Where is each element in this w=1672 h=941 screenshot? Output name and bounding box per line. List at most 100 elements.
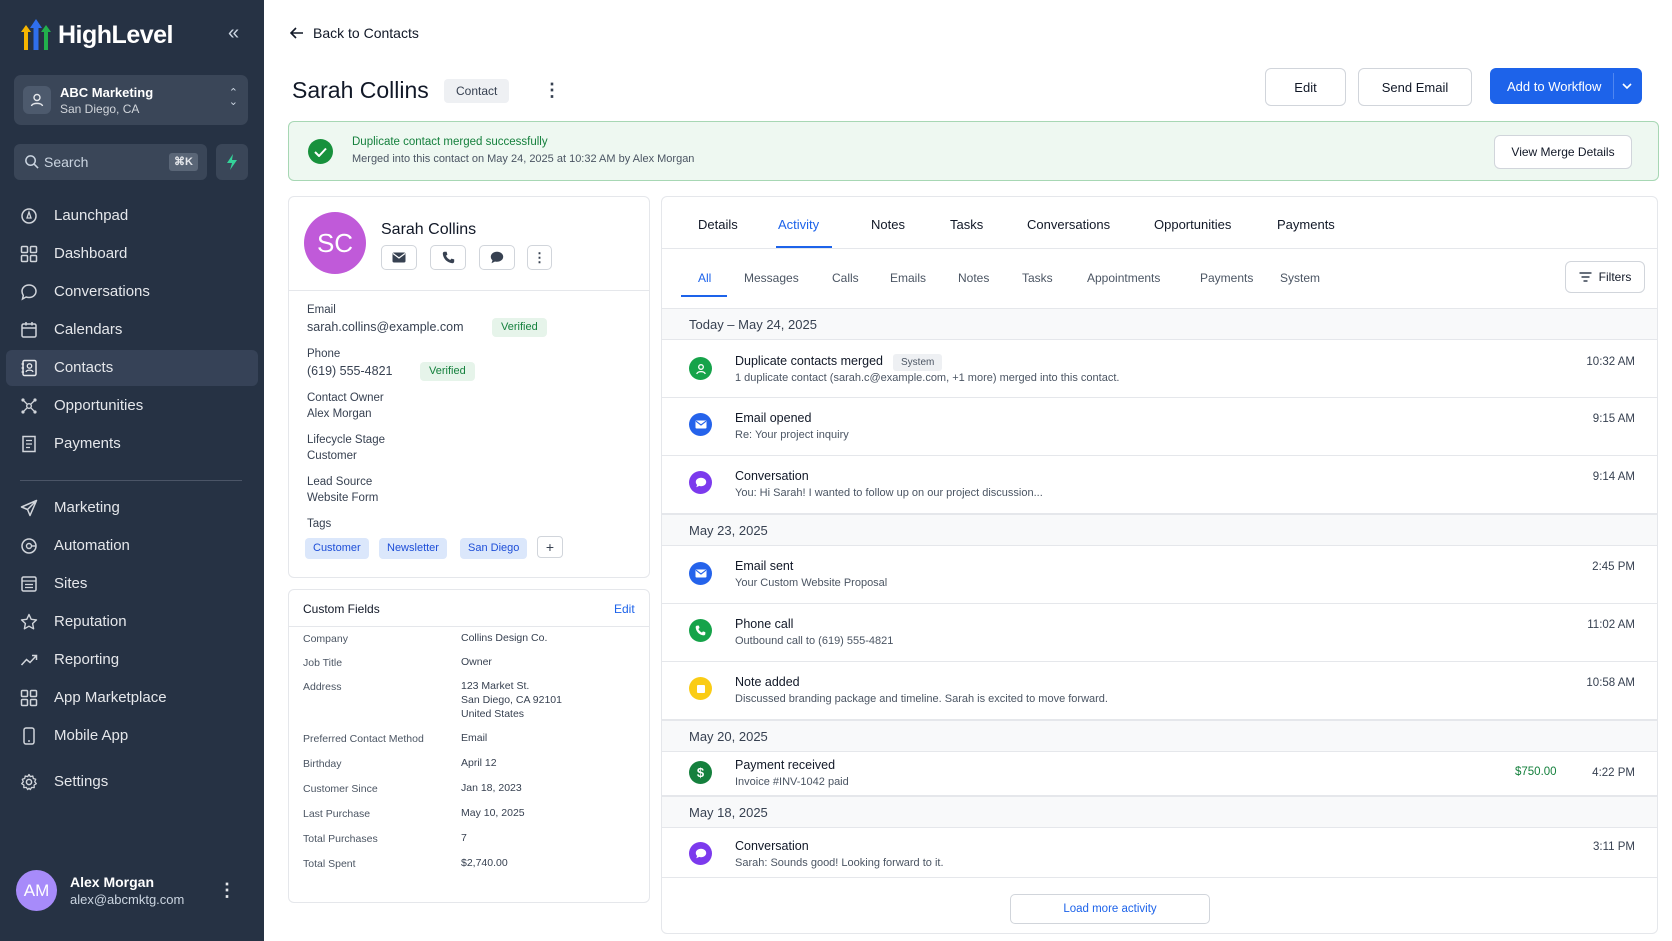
automation-icon [21, 538, 37, 554]
subtab-calls[interactable]: Calls [832, 271, 859, 285]
subtab-all[interactable]: All [698, 271, 711, 285]
check-circle-icon [308, 139, 333, 164]
field-value: Collins Design Co. [461, 632, 548, 644]
tab-tasks[interactable]: Tasks [950, 217, 983, 232]
activity-panel: Details Activity Notes Tasks Conversatio… [661, 196, 1658, 934]
sidebar-item-reporting[interactable]: Reporting [6, 642, 258, 678]
phone-label: Phone [307, 348, 341, 360]
note-icon [689, 677, 712, 700]
account-switcher[interactable]: ABC Marketing San Diego, CA ⌃ ⌄ [14, 75, 248, 125]
sidebar-item-label: Dashboard [54, 245, 128, 262]
collapse-sidebar-icon[interactable]: « [228, 22, 239, 45]
chat-icon [21, 284, 37, 301]
phone-icon [689, 619, 712, 642]
sidebar-item-calendars[interactable]: Calendars [6, 312, 258, 348]
activity-time: 9:15 AM [1592, 413, 1635, 425]
activity-title-row: Duplicate contacts merged System [735, 354, 943, 371]
tags-label: Tags [307, 518, 332, 530]
sidebar-item-label: Calendars [54, 321, 123, 338]
activity-item-note-added[interactable]: Note added Discussed branding package an… [662, 662, 1657, 720]
activity-item-conversation[interactable]: Conversation Sarah: Sounds good! Looking… [662, 828, 1657, 878]
sidebar-item-reputation[interactable]: Reputation [6, 604, 258, 640]
activity-item-email-sent[interactable]: Email sent Your Custom Website Proposal … [662, 546, 1657, 604]
account-location: San Diego, CA [60, 102, 140, 116]
activity-item-duplicate-merged[interactable]: Duplicate contacts merged System 1 duplic… [662, 340, 1657, 398]
field-value: Jan 18, 2023 [461, 782, 522, 794]
add-tag-button[interactable]: + [537, 536, 563, 558]
subtab-tasks[interactable]: Tasks [1022, 271, 1053, 285]
rocket-icon [21, 208, 37, 224]
sidebar-item-settings[interactable]: Settings [6, 764, 258, 800]
activity-item-payment-received[interactable]: $ Payment received Invoice #INV-1042 pai… [662, 752, 1657, 796]
sidebar-item-dashboard[interactable]: Dashboard [6, 236, 258, 272]
sidebar-item-automation[interactable]: Automation [6, 528, 258, 564]
subtab-emails[interactable]: Emails [890, 271, 926, 285]
message-action-button[interactable] [479, 245, 515, 270]
search-input[interactable]: Search ⌘K [14, 144, 207, 180]
sidebar-item-app-marketplace[interactable]: App Marketplace [6, 680, 258, 716]
payment-amount: $750.00 [1515, 766, 1557, 778]
sidebar-item-sites[interactable]: Sites [6, 566, 258, 602]
tab-details[interactable]: Details [698, 217, 738, 232]
subtab-system[interactable]: System [1280, 271, 1320, 285]
phone-icon [442, 251, 454, 264]
field-value: United States [461, 708, 525, 720]
sidebar-item-opportunities[interactable]: Opportunities [6, 388, 258, 424]
back-to-contacts-link[interactable]: Back to Contacts [290, 25, 419, 41]
activity-item-phone-call[interactable]: Phone call Outbound call to (619) 555-48… [662, 604, 1657, 662]
chat-icon [689, 842, 712, 865]
send-icon [20, 499, 38, 517]
subtab-appointments[interactable]: Appointments [1087, 271, 1160, 285]
edit-button[interactable]: Edit [1265, 68, 1346, 106]
activity-item-email-opened[interactable]: Email opened Re: Your project inquiry 9:… [662, 398, 1657, 456]
sidebar-item-marketing[interactable]: Marketing [6, 490, 258, 526]
tab-payments[interactable]: Payments [1277, 217, 1335, 232]
field-value: 123 Market St. [461, 680, 530, 692]
tab-activity[interactable]: Activity [778, 217, 819, 232]
custom-fields-edit-link[interactable]: Edit [614, 602, 635, 616]
sidebar-item-contacts[interactable]: Contacts [6, 350, 258, 386]
chevron-down-icon[interactable] [1622, 82, 1632, 90]
tab-conversations[interactable]: Conversations [1027, 217, 1110, 232]
load-more-button[interactable]: Load more activity [1010, 894, 1210, 924]
brand-logo[interactable]: HighLevel [18, 16, 173, 54]
subtab-payments[interactable]: Payments [1200, 271, 1253, 285]
call-action-button[interactable] [430, 245, 466, 270]
quick-action-button[interactable] [216, 144, 248, 180]
date-group-header: May 18, 2025 [662, 796, 1657, 828]
grid-icon [20, 245, 38, 263]
activity-title: Payment received [735, 758, 836, 772]
sidebar-item-conversations[interactable]: Conversations [6, 274, 258, 310]
star-icon [20, 613, 38, 630]
tag-san-diego[interactable]: San Diego [460, 538, 528, 559]
tag-newsletter[interactable]: Newsletter [379, 538, 447, 559]
filters-button[interactable]: Filters [1565, 261, 1645, 293]
activity-time: 10:32 AM [1586, 356, 1635, 368]
sidebar-item-launchpad[interactable]: Launchpad [6, 198, 258, 234]
send-email-button[interactable]: Send Email [1358, 68, 1472, 106]
tab-notes[interactable]: Notes [871, 217, 905, 232]
tab-opportunities[interactable]: Opportunities [1154, 217, 1231, 232]
activity-item-conversation[interactable]: Conversation You: Hi Sarah! I wanted to … [662, 456, 1657, 514]
subtab-messages[interactable]: Messages [744, 271, 799, 285]
contact-name: Sarah Collins [381, 221, 477, 238]
email-value[interactable]: sarah.collins@example.com [307, 320, 464, 334]
email-action-button[interactable] [381, 245, 417, 270]
more-actions-icon[interactable]: ⋮ [527, 245, 552, 270]
more-options-icon[interactable]: ⋮ [543, 80, 561, 101]
user-merge-icon [689, 357, 712, 380]
add-to-workflow-button[interactable]: Add to Workflow [1490, 68, 1642, 104]
banner-title: Duplicate contact merged successfully [352, 136, 548, 148]
view-merge-details-button[interactable]: View Merge Details [1494, 135, 1632, 169]
sidebar-item-payments[interactable]: Payments [6, 426, 258, 462]
subtab-notes[interactable]: Notes [958, 271, 989, 285]
user-name: Alex Morgan [70, 874, 155, 890]
user-menu-icon[interactable]: ⋮ [218, 880, 236, 901]
date-group-header: Today – May 24, 2025 [662, 308, 1657, 340]
sidebar-item-mobile-app[interactable]: Mobile App [6, 718, 258, 754]
sidebar: HighLevel « ABC Marketing San Diego, CA … [0, 0, 264, 941]
tag-customer[interactable]: Customer [305, 538, 369, 559]
phone-value[interactable]: (619) 555-4821 [307, 364, 392, 378]
activity-subtitle: Your Custom Website Proposal [735, 577, 888, 589]
field-value: April 12 [461, 757, 497, 769]
